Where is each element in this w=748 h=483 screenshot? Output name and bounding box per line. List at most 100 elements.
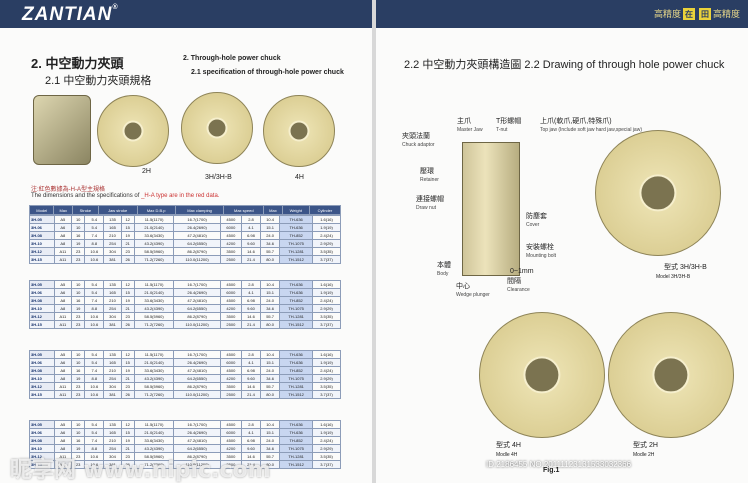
callout-label: 安裝螺栓 Mounting bolt xyxy=(526,244,556,260)
model-2h-en: Modle 2H xyxy=(633,452,655,458)
table-cell: 3H-15 xyxy=(29,320,55,329)
table-row: 3H-06 A6 10 5.4 165 15 21.0(2140) 26.4(2690) 600… xyxy=(29,428,341,437)
table-cell: 1.6(16) xyxy=(312,215,341,224)
table-cell: 12 xyxy=(120,420,135,429)
table-cell: 3H-15 xyxy=(29,255,55,264)
table-cell: 23 xyxy=(71,255,86,264)
table-cell: 2.9(29) xyxy=(312,239,341,248)
table-cell: 10.6 xyxy=(84,390,105,399)
table-cell: 135 xyxy=(103,215,122,224)
table-cell: 6000 xyxy=(219,288,242,297)
table-cell: 21.4 xyxy=(240,255,262,264)
table-row: 3H-10 A8 19 8.8 254 21 43.2(4390) 64.2(6550) 420… xyxy=(29,304,341,313)
callout-label: 連接螺帽 Draw nut xyxy=(416,196,444,212)
table-cell: 254 xyxy=(103,304,122,313)
table-cell: 4500 xyxy=(219,215,242,224)
callout-label-en: Wedge plunger xyxy=(456,292,490,298)
table-cell: 23 xyxy=(120,247,135,256)
table-cell: TH-852 xyxy=(279,296,314,305)
table-cell: A8 xyxy=(53,231,73,240)
table-cell: 3.5(35) xyxy=(312,312,341,321)
table-cell: 4500 xyxy=(219,296,242,305)
table-cell: 4200 xyxy=(219,239,242,248)
table-cell: 26 xyxy=(120,255,135,264)
callout-label: 上爪(軟爪,硬爪,特殊爪) Top jaw (Include soft jaw h… xyxy=(540,118,642,134)
table-cell: TH-1512 xyxy=(279,255,314,264)
table-cell: 10 xyxy=(71,215,86,224)
table-cell: 2500 xyxy=(219,390,242,399)
table-cell: A8 xyxy=(53,296,73,305)
table-cell: 2.9(29) xyxy=(312,444,341,453)
table-cell: TH-1281 xyxy=(279,452,314,461)
table-row: 3H-08 A8 16 7.4 210 19 33.6(3430) 47.2(4810) 450… xyxy=(29,296,341,305)
table-cell: 2.4(24) xyxy=(312,296,341,305)
table-cell: 2.8 xyxy=(240,280,262,289)
table-cell: 1.9(19) xyxy=(312,223,341,232)
table-cell: 210 xyxy=(103,366,122,375)
table-cell: TH-1512 xyxy=(279,320,314,329)
table-header: Max xyxy=(263,205,283,215)
table-cell: 3.7(37) xyxy=(312,390,341,399)
table-cell: 9.60 xyxy=(240,304,262,313)
table-cell: A6 xyxy=(53,223,73,232)
figure-title: 2.2 中空動力夾頭構造圖 2.2 Drawing of through hol… xyxy=(404,59,725,71)
table-cell: 8.8 xyxy=(84,374,105,383)
table-cell: 4.1 xyxy=(240,288,262,297)
callout-label-cn: 防塵套 xyxy=(526,213,547,220)
table-cell: 21.0(2140) xyxy=(133,223,175,232)
table-cell: 47.2(4810) xyxy=(173,231,221,240)
table-cell: 12 xyxy=(120,350,135,359)
table-cell: 135 xyxy=(103,280,122,289)
table-cell: 16 xyxy=(71,296,86,305)
callout-label: 防塵套 Cover xyxy=(526,213,547,229)
table-cell: 3H-05 xyxy=(29,280,55,289)
table-cell: 254 xyxy=(103,239,122,248)
table-cell: 10.6 xyxy=(84,312,105,321)
table-cell: A8 xyxy=(53,374,73,383)
table-cell: TH-636 xyxy=(279,420,314,429)
table-cell: 1.9(19) xyxy=(312,428,341,437)
table-cell: 55.7 xyxy=(260,247,281,256)
table-cell: 4500 xyxy=(219,280,242,289)
table-cell: 21.0(2140) xyxy=(133,288,175,297)
chuck-section-view xyxy=(462,142,520,276)
table-cell: 6000 xyxy=(219,428,242,437)
table-cell: A8 xyxy=(53,239,73,248)
table-header: Jaw stroke xyxy=(97,205,138,215)
table-cell: 3H-08 xyxy=(29,296,55,305)
table-cell: 64.2(6550) xyxy=(173,239,221,248)
table-cell: TH-1075 xyxy=(279,239,314,248)
table-cell: 3H-12 xyxy=(29,382,55,391)
table-cell: A6 xyxy=(53,358,73,367)
table-cell: TH-852 xyxy=(279,366,314,375)
callout-label-cn: 壓環 xyxy=(420,168,434,175)
callout-label: 間隔 Clearance xyxy=(507,278,530,294)
table-row: 3H-06 A6 10 5.4 165 15 21.0(2140) 26.4(2690) 600… xyxy=(29,288,341,297)
table-cell: 10 xyxy=(71,428,86,437)
callout-label-en: Chuck adaptor xyxy=(402,142,435,148)
table-cell: A6 xyxy=(53,288,73,297)
table-cell: 16.7(1700) xyxy=(173,215,221,224)
table-cell: 9.60 xyxy=(240,239,262,248)
table-cell: 34.6 xyxy=(260,239,281,248)
table-cell: 3H-10 xyxy=(29,304,55,313)
table-cell: 304 xyxy=(103,247,122,256)
table-cell: 21.4 xyxy=(240,390,262,399)
table-cell: 7.4 xyxy=(84,366,105,375)
table-cell: 4500 xyxy=(219,366,242,375)
table-cell: 5.4 xyxy=(84,280,105,289)
table-cell: 3H-05 xyxy=(29,420,55,429)
table-cell: 47.2(4810) xyxy=(173,296,221,305)
table-row: 3H-15 A11 23 10.6 381 26 71.2(7260) 110.0(11200… xyxy=(29,320,341,329)
spec-table: Model Max Stroke Jaw stroke Max D.B.p Ma… xyxy=(28,205,342,215)
table-cell: 14.6 xyxy=(240,382,262,391)
table-cell: TH-1512 xyxy=(279,460,314,469)
table-row: 3H-15 A11 23 10.6 381 26 71.2(7260) 110.0(11200… xyxy=(29,390,341,399)
table-cell: 71.2(7260) xyxy=(133,390,175,399)
table-cell: 3H-15 xyxy=(29,390,55,399)
table-cell: 2.4(24) xyxy=(312,231,341,240)
table-cell: TH-1512 xyxy=(279,390,314,399)
table-cell: 210 xyxy=(103,231,122,240)
chuck-front-view-3h xyxy=(595,130,721,256)
image-id-stamp: ID:2186455 NO:20111123131533032366 xyxy=(486,460,632,469)
